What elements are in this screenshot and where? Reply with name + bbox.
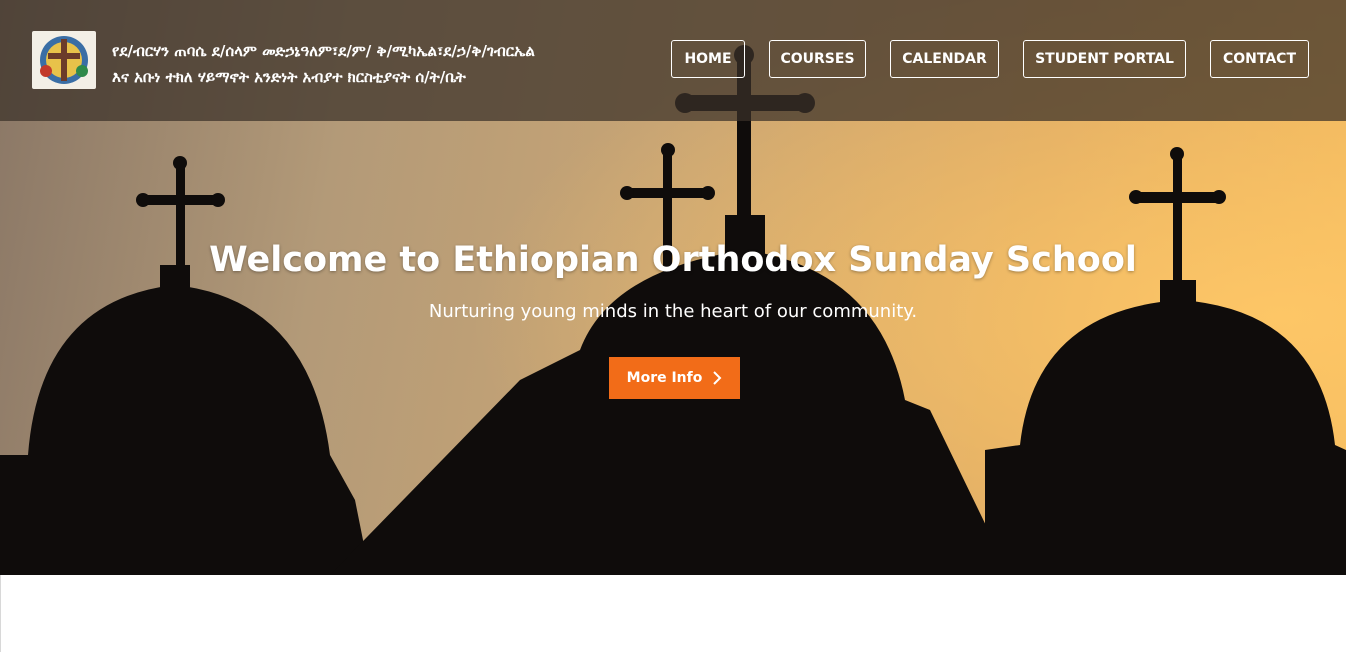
nav-home-button[interactable]: HOME [671, 40, 745, 78]
chevron-right-icon [713, 371, 722, 385]
hero-subtitle: Nurturing young minds in the heart of ou… [428, 301, 918, 322]
content-area [0, 575, 1346, 652]
more-info-label: More Info [626, 370, 703, 386]
hero-section: የደ/ብርሃን ጠባሴ ደ/ሰላም መድኃኔዓለም፣ደ/ም/ ቅ/ሚካኤል፣ደ/… [0, 0, 1346, 575]
nav-courses-button[interactable]: COURSES [769, 40, 866, 78]
main-navigation: HOME COURSES CALENDAR STUDENT PORTAL CON… [0, 40, 1346, 78]
nav-calendar-button[interactable]: CALENDAR [890, 40, 999, 78]
more-info-button[interactable]: More Info [609, 357, 740, 399]
hero-title: Welcome to Ethiopian Orthodox Sunday Sch… [209, 240, 1137, 280]
nav-student-portal-button[interactable]: STUDENT PORTAL [1023, 40, 1186, 78]
site-header: የደ/ብርሃን ጠባሴ ደ/ሰላም መድኃኔዓለም፣ደ/ም/ ቅ/ሚካኤል፣ደ/… [0, 0, 1346, 121]
nav-contact-button[interactable]: CONTACT [1210, 40, 1309, 78]
